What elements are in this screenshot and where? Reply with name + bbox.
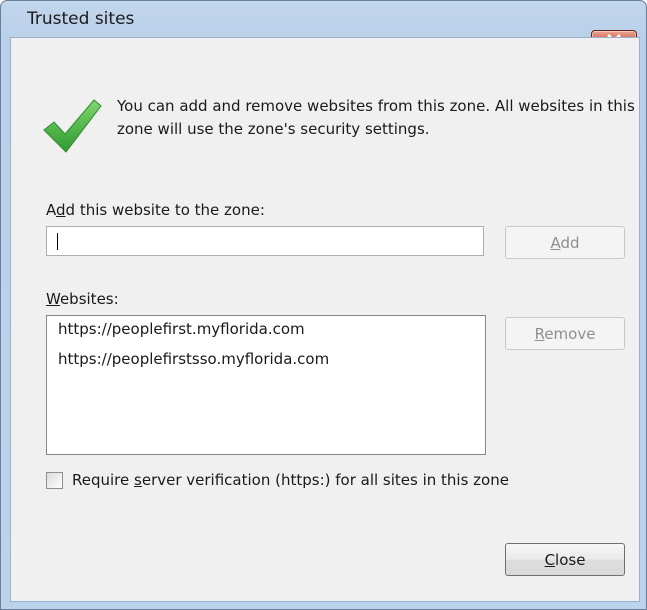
websites-label-rest: ebsites: [59, 290, 119, 308]
remove-button[interactable]: Remove [505, 317, 625, 350]
add-label-part: A [46, 201, 56, 219]
dialog-body: You can add and remove websites from thi… [10, 37, 640, 602]
websites-list[interactable]: https://peoplefirst.myflorida.com https:… [46, 315, 486, 455]
zone-info-text: You can add and remove websites from thi… [117, 97, 635, 138]
add-button-rest: dd [560, 233, 580, 252]
require-verification-checkbox[interactable] [46, 472, 63, 489]
website-url-input[interactable] [46, 226, 484, 256]
verification-label-accelerator: s [134, 471, 142, 489]
add-label-accelerator: d [56, 201, 66, 219]
add-button[interactable]: Add [505, 226, 625, 259]
checkmark-icon [43, 99, 102, 153]
title-bar[interactable]: Trusted sites [1, 1, 646, 37]
list-item[interactable]: https://peoplefirstsso.myflorida.com [58, 350, 329, 368]
require-verification-label[interactable]: Require server verification (https:) for… [72, 471, 509, 489]
verification-label-pre: Require [72, 471, 135, 489]
remove-button-accelerator: R [534, 324, 545, 343]
websites-label-accelerator: W [46, 290, 60, 308]
websites-label: Websites: [46, 290, 119, 308]
close-button[interactable]: Close [505, 543, 625, 576]
add-button-accelerator: A [550, 233, 561, 252]
remove-button-label: Remove [506, 325, 624, 343]
close-button-rest: lose [555, 550, 586, 569]
add-button-label: Add [506, 234, 624, 252]
close-button-label: Close [506, 551, 624, 569]
remove-button-rest: emove [544, 324, 596, 343]
trusted-sites-dialog: Trusted sites You can add and remove web… [0, 0, 647, 610]
verification-label-post: erver verification (https:) for all site… [141, 471, 509, 489]
add-label-rest: d this website to the zone: [65, 201, 265, 219]
close-button-accelerator: C [544, 550, 556, 569]
add-website-label: Add this website to the zone: [46, 201, 265, 219]
list-item[interactable]: https://peoplefirst.myflorida.com [58, 320, 305, 338]
dialog-title: Trusted sites [27, 9, 135, 29]
text-caret [57, 233, 58, 250]
